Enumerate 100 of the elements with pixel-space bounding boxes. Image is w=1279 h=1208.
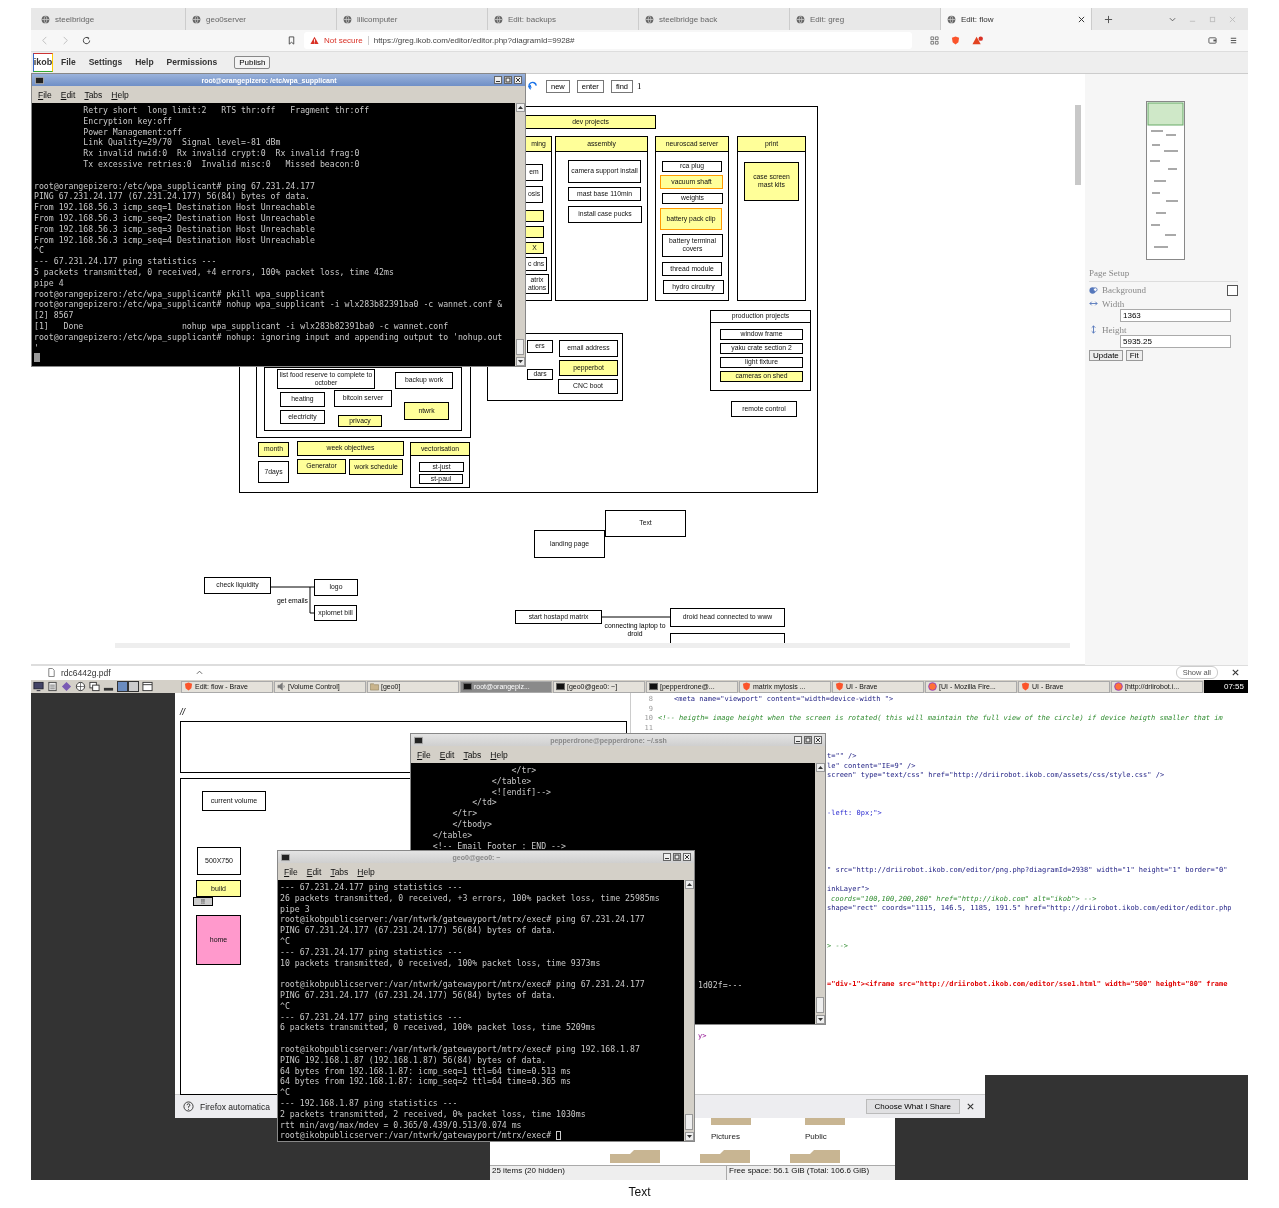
- menu-item[interactable]: File: [38, 89, 52, 100]
- clock[interactable]: 07:55: [1204, 680, 1248, 693]
- close-icon[interactable]: [514, 76, 522, 84]
- menu-item[interactable]: Edit: [306, 866, 322, 877]
- menu-item[interactable]: File: [61, 57, 76, 68]
- bookmark-icon[interactable]: [287, 36, 296, 46]
- scroll-up-icon[interactable]: [515, 103, 525, 112]
- menu-item[interactable]: Help: [490, 749, 508, 760]
- diagram-thumbnail[interactable]: [1146, 100, 1185, 260]
- close-icon[interactable]: [683, 853, 691, 861]
- terminal-line: Tx excessive retries:0 Invalid misc:0 Missed beacon:0: [82, 159, 360, 170]
- setup-button[interactable]: Update: [1089, 349, 1123, 361]
- menu-item[interactable]: Settings: [88, 57, 123, 68]
- setup-button[interactable]: Fit: [1125, 349, 1143, 361]
- warning-icon: [310, 36, 319, 46]
- menu-item[interactable]: Help: [357, 866, 375, 877]
- terminal-line: PING 67.231.24.177 (67.231.24.177) 56(84) bytes of data.: [34, 191, 311, 203]
- wallet-icon[interactable]: [1208, 36, 1217, 46]
- grid-icon[interactable]: [930, 36, 939, 46]
- terminal-line: root@ikobpublicserver:/var/ntwrk/gatewayport/mtrx/exec#: [280, 1130, 552, 1141]
- minimize-icon[interactable]: [494, 76, 502, 84]
- terminal-line: ^C: [280, 1000, 290, 1012]
- terminal-line: [1] Done nohup wpa_supplicant -i wlx283b82391ba0 -c wannet.conf: [34, 320, 449, 332]
- publish-button[interactable]: Publish: [234, 55, 271, 69]
- choose-button[interactable]: Choose What I Share: [865, 1099, 960, 1114]
- scrollbar-thumb[interactable]: [516, 339, 524, 355]
- field-label: Height: [1102, 324, 1127, 335]
- menu-item[interactable]: Permissions: [166, 57, 218, 68]
- scroll-up-icon[interactable]: [684, 880, 694, 889]
- document-icon[interactable]: [47, 681, 58, 692]
- ikob-logo[interactable]: ikob: [33, 52, 53, 72]
- close-icon[interactable]: [1078, 15, 1085, 23]
- window-list-icon[interactable]: [142, 681, 153, 692]
- url-text: https://greg.ikob.com/editor/editor.php?diagramId=9928#: [373, 36, 575, 46]
- shield-icon[interactable]: [951, 36, 960, 46]
- scrollbar-thumb[interactable]: [685, 1114, 693, 1130]
- terminal-line: </tbody>: [451, 819, 492, 830]
- folder-name[interactable]: Pictures: [711, 1132, 740, 1141]
- minimize-icon[interactable]: [794, 736, 802, 744]
- globe-icon: [343, 14, 352, 24]
- scroll-down-icon[interactable]: [815, 1015, 825, 1024]
- minimize-icon[interactable]: [663, 853, 671, 861]
- menu-item[interactable]: File: [417, 749, 431, 760]
- terminal-line: From 192.168.56.3 icmp_seq=1 Destination Host Unreachable: [34, 202, 315, 213]
- terminal-line: root@orangepizero:/etc/wpa_supplicant# ping 67.231.24.177: [34, 180, 315, 192]
- menu-item[interactable]: Tabs: [84, 89, 103, 100]
- maximize-icon[interactable]: [504, 76, 512, 84]
- maximize-icon[interactable]: [673, 853, 681, 861]
- notification-text: Firefox automatica: [200, 1101, 270, 1112]
- terminal-line: ': [34, 342, 39, 354]
- terminal-line: Retry short long limit:2 RTS thr:off Fragment thr:off: [82, 105, 370, 116]
- shield-icon: [742, 682, 751, 691]
- globe-icon[interactable]: [75, 681, 86, 692]
- menu-icon[interactable]: [1229, 36, 1238, 46]
- field-label: Width: [1102, 298, 1125, 309]
- close-icon[interactable]: [814, 736, 822, 744]
- scroll-down-icon[interactable]: [515, 357, 525, 366]
- menu-item[interactable]: Tabs: [330, 866, 349, 877]
- close-icon[interactable]: [966, 1102, 975, 1111]
- download-filename[interactable]: rdc6442g.pdf: [61, 667, 111, 678]
- shield-icon: [184, 682, 193, 691]
- page-text: //: [180, 707, 185, 717]
- terminal-line: <!-- Email Footer : END -->: [431, 840, 566, 852]
- chevron-down-icon[interactable]: [1169, 15, 1176, 23]
- terminal-line: 64 bytes from 192.168.1.87: icmp_seq=2 ttl=64 time=0.365 ms: [280, 1076, 571, 1088]
- browser-tab[interactable]: Edit: flow: [941, 8, 1092, 30]
- width-field[interactable]: 1363: [1120, 308, 1231, 322]
- terminal-line: 64 bytes from 192.168.1.87: icmp_seq=1 ttl=64 time=0.513 ms: [280, 1065, 571, 1077]
- terminal-line: root@ikobpublicserver:/var/ntwrk/gatewayport/mtrx/exec# ping 67.231.24.177: [280, 914, 645, 926]
- menu-item[interactable]: Tabs: [463, 749, 482, 760]
- menu-item[interactable]: Help: [135, 57, 154, 68]
- reload-icon[interactable]: [82, 36, 91, 46]
- scrollbar-thumb[interactable]: [1075, 104, 1081, 185]
- close-icon[interactable]: [1231, 668, 1240, 678]
- scroll-down-icon[interactable]: [684, 1132, 694, 1141]
- terminal-icon: [649, 682, 658, 691]
- scrollbar-thumb[interactable]: [816, 997, 824, 1013]
- terminal-icon: [556, 682, 565, 691]
- menu-item[interactable]: Edit: [439, 749, 455, 760]
- caret-icon[interactable]: [195, 669, 203, 677]
- terminal-line: [2] 8567: [34, 310, 74, 321]
- maximize-icon[interactable]: [804, 736, 812, 744]
- windows-icon[interactable]: [89, 681, 100, 692]
- terminal-line: From 192.168.56.3 icmp_seq=3 Destination Host Unreachable: [34, 223, 315, 235]
- folder-name[interactable]: Public: [805, 1132, 827, 1141]
- triangle-badge-icon[interactable]: [972, 35, 983, 47]
- undo-icon[interactable]: [528, 80, 539, 92]
- scroll-up-icon[interactable]: [815, 763, 825, 772]
- menu-item[interactable]: File: [284, 866, 298, 877]
- plus-icon[interactable]: [1104, 14, 1113, 24]
- terminal-line: 10 packets transmitted, 0 received, 100% packet loss, time 9373ms: [280, 957, 601, 969]
- monitor-icon[interactable]: [33, 681, 44, 692]
- menu-item[interactable]: Help: [111, 89, 129, 100]
- workspace-switcher-icon[interactable]: [117, 681, 139, 692]
- height-field[interactable]: 5935.25: [1120, 334, 1231, 348]
- address-field[interactable]: Not secure https://greg.ikob.com/editor/editor.php?diagramId=9928#: [304, 32, 912, 50]
- terminal-line: Link Quality=29/70 Signal level=-81 dBm: [82, 137, 281, 149]
- menu-item[interactable]: Edit: [60, 89, 76, 100]
- background-checkbox[interactable]: [1227, 284, 1238, 296]
- terminal-line: 26 packets transmitted, 0 received, +3 errors, 100% packet loss, time 25985ms: [280, 892, 660, 904]
